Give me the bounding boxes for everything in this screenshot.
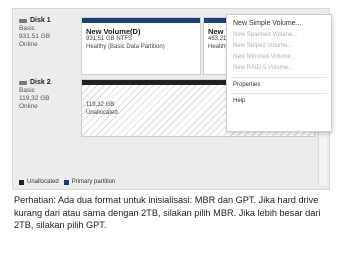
disk-1-size: 931,51 GB <box>19 33 51 40</box>
primary-swatch <box>63 179 69 185</box>
partition-d-name: New Volume(D) <box>86 27 141 36</box>
context-menu: New Simple Volume... New Spanned Volume.… <box>226 14 332 132</box>
unallocated-size: 119,32 GB <box>86 102 115 108</box>
legend-primary: Primary partition <box>71 179 116 185</box>
unallocated-status: Unallocated <box>86 109 118 116</box>
unallocated-swatch <box>19 179 24 185</box>
legend-unallocated: Unallocated <box>27 179 59 185</box>
menu-new-mirrored-volume[interactable]: New Mirrored Volume... <box>233 54 296 60</box>
disk-2-size: 119,32 GB <box>19 95 50 102</box>
partition-d[interactable]: New Volume(D) 931,51 GB NTFS Healthy (Ba… <box>81 17 201 75</box>
disk-2-label[interactable]: Disk 2 Basic 119,32 GB Online <box>19 79 79 137</box>
menu-new-raid5-volume[interactable]: New RAID-5 Volume... <box>233 65 293 71</box>
disk-1-name: Disk 1 <box>30 17 51 24</box>
menu-new-spanned-volume[interactable]: New Spanned Volume... <box>233 32 297 38</box>
menu-properties[interactable]: Properties <box>233 82 260 88</box>
menu-separator <box>231 93 327 94</box>
disk-icon <box>19 81 27 85</box>
disk-1-type: Basic <box>19 25 35 32</box>
partition-d-health: Healthy (Basic Data Partition) <box>86 43 165 50</box>
menu-new-simple-volume[interactable]: New Simple Volume... <box>233 20 301 27</box>
menu-help[interactable]: Help <box>233 98 245 104</box>
disk-2-type: Basic <box>19 87 35 94</box>
disk-2-status: Online <box>19 103 38 110</box>
partition-d-details: 931,51 GB NTFS <box>86 36 133 42</box>
menu-new-striped-volume[interactable]: New Striped Volume... <box>233 43 292 49</box>
primary-partition-bar <box>82 18 200 23</box>
caption-text: Perhatian: Ada dua format untuk inisiali… <box>14 195 321 230</box>
menu-separator <box>231 77 327 78</box>
disk-1-status: Online <box>19 41 38 48</box>
legend: Unallocated Primary partition <box>19 179 115 185</box>
disk-1-label[interactable]: Disk 1 Basic 931,51 GB Online <box>19 17 79 75</box>
disk-icon <box>19 19 27 23</box>
disk-2-name: Disk 2 <box>30 79 51 86</box>
